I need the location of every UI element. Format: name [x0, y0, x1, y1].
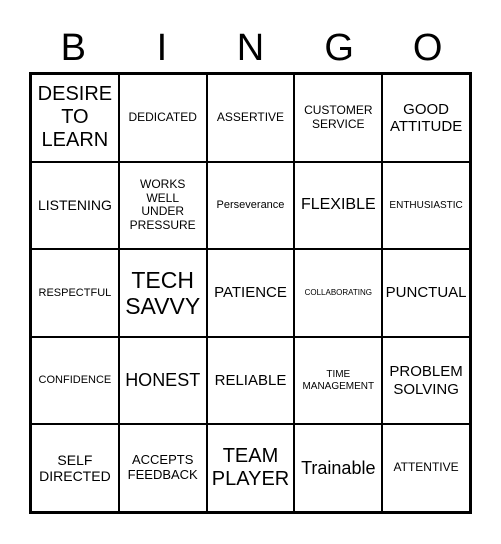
bingo-cell[interactable]: ATTENTIVE	[382, 424, 470, 512]
bingo-cell[interactable]: COLLABORATING	[294, 249, 383, 337]
bingo-cell[interactable]: Trainable	[294, 424, 383, 512]
header-letter-g: G	[324, 27, 354, 69]
bingo-cell[interactable]: DEDICATED	[118, 74, 207, 162]
bingo-cell[interactable]: PUNCTUAL	[382, 249, 470, 337]
bingo-cell[interactable]: GOOD ATTITUDE	[382, 74, 470, 162]
header-letter-n: N	[236, 27, 265, 69]
bingo-cell[interactable]: LISTENING	[31, 161, 119, 250]
bingo-cell[interactable]: ENTHUSIASTIC	[382, 161, 470, 250]
bingo-cell[interactable]: TECH SAVVY	[118, 249, 207, 337]
bingo-cell[interactable]: TEAM PLAYER	[206, 424, 295, 512]
bingo-header: B I N G O	[29, 26, 472, 70]
bingo-cell[interactable]: ASSERTIVE	[206, 74, 295, 162]
bingo-cell[interactable]: Perseverance	[206, 161, 295, 250]
bingo-cell[interactable]: TIME MANAGEMENT	[294, 336, 383, 425]
bingo-cell[interactable]: CUSTOMER SERVICE	[294, 74, 383, 162]
bingo-cell[interactable]: FLEXIBLE	[294, 161, 383, 250]
bingo-cell[interactable]: ACCEPTS FEEDBACK	[118, 424, 207, 512]
bingo-cell[interactable]: WORKS WELL UNDER PRESSURE	[118, 161, 207, 250]
header-letter-i: I	[156, 27, 168, 69]
bingo-cell[interactable]: HONEST	[118, 336, 207, 425]
bingo-cell[interactable]: SELF DIRECTED	[31, 424, 119, 512]
header-letter-b: B	[60, 27, 86, 69]
bingo-cell[interactable]: RESPECTFUL	[31, 249, 119, 337]
bingo-cell[interactable]: CONFIDENCE	[31, 336, 119, 425]
bingo-grid: DESIRE TO LEARN DEDICATED ASSERTIVE CUST…	[29, 72, 472, 514]
bingo-cell[interactable]: DESIRE TO LEARN	[31, 74, 119, 162]
bingo-cell[interactable]: RELIABLE	[206, 336, 295, 425]
bingo-cell[interactable]: PATIENCE	[206, 249, 295, 337]
header-letter-o: O	[412, 27, 443, 69]
bingo-cell[interactable]: PROBLEM SOLVING	[382, 336, 470, 425]
